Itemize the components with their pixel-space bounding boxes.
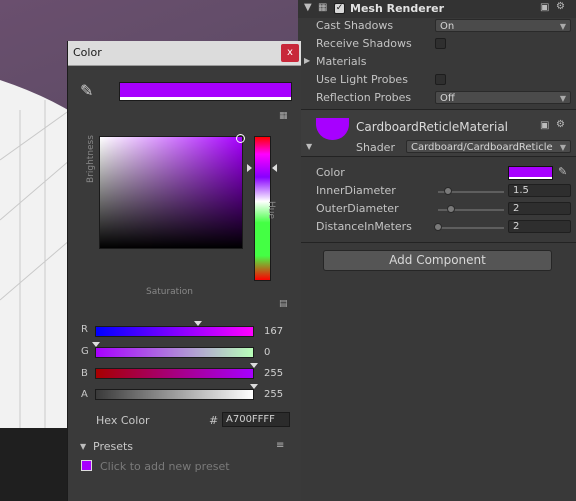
inner-diameter-slider-knob[interactable] xyxy=(444,187,452,195)
presets-hint[interactable]: Click to add new preset xyxy=(100,460,230,473)
gear-icon[interactable]: ⚙ xyxy=(556,1,565,12)
distance-in-meters-slider-knob[interactable] xyxy=(434,223,442,231)
channel-r-value[interactable]: 167 xyxy=(262,325,290,338)
distance-in-meters-label: DistanceInMeters xyxy=(316,220,412,233)
cast-shadows-dropdown[interactable]: On ▼ xyxy=(435,19,571,32)
outer-diameter-row: OuterDiameter 2 xyxy=(298,200,576,218)
mesh-renderer-header[interactable]: ▼ ▦ ✓ Mesh Renderer ▣ ⚙ xyxy=(298,0,576,18)
inner-diameter-row: InnerDiameter 1.5 xyxy=(298,182,576,200)
channel-r-marker[interactable] xyxy=(194,321,202,326)
distance-in-meters-slider[interactable] xyxy=(438,227,504,229)
use-light-probes-checkbox[interactable] xyxy=(435,74,446,85)
color-property-row: Color ✎ xyxy=(298,164,576,182)
materials-row[interactable]: ▶ Materials xyxy=(298,53,576,71)
hue-marker-left[interactable] xyxy=(247,164,252,172)
channel-g-slider[interactable] xyxy=(95,347,254,358)
hex-hash-label: # xyxy=(209,414,219,427)
cast-shadows-label: Cast Shadows xyxy=(316,19,394,32)
presets-menu-icon[interactable]: ≡ xyxy=(276,440,284,451)
channel-g-label: G xyxy=(81,346,89,357)
materials-label: Materials xyxy=(316,55,367,68)
shader-dropdown[interactable]: Cardboard/CardboardReticle ▼ xyxy=(406,140,571,153)
foldout-arrow-icon[interactable]: ▼ xyxy=(304,2,312,13)
material-header[interactable]: CardboardReticleMaterial ▣ ⚙ ▼ Shader Ca… xyxy=(298,110,576,156)
current-color-swatch xyxy=(119,82,292,101)
preset-swatch[interactable] xyxy=(81,460,92,471)
color-picker-window: Color x ✎ ▦ Brightness Saturation Hue ▤ … xyxy=(67,41,301,501)
foldout-arrow-icon[interactable]: ▶ xyxy=(304,56,310,65)
channel-a-marker[interactable] xyxy=(250,384,258,389)
use-light-probes-row: Use Light Probes xyxy=(298,71,576,89)
channel-a-value[interactable]: 255 xyxy=(262,388,290,401)
hex-color-label: Hex Color xyxy=(96,414,150,427)
inner-diameter-field[interactable]: 1.5 xyxy=(508,184,571,197)
eyedropper-icon[interactable]: ✎ xyxy=(558,165,567,178)
use-light-probes-label: Use Light Probes xyxy=(316,73,408,86)
channel-b-marker[interactable] xyxy=(250,363,258,368)
material-preview-swatch xyxy=(316,118,349,140)
brightness-label: Brightness xyxy=(86,135,96,183)
help-icon[interactable]: ▣ xyxy=(540,2,549,13)
presets-label: Presets xyxy=(93,440,134,453)
eyedropper-icon[interactable]: ✎ xyxy=(80,81,93,100)
divider xyxy=(298,242,576,243)
component-enabled-checkbox[interactable]: ✓ xyxy=(334,3,345,14)
foldout-arrow-icon[interactable]: ▼ xyxy=(80,442,86,451)
outer-diameter-field[interactable]: 2 xyxy=(508,202,571,215)
receive-shadows-checkbox[interactable] xyxy=(435,38,446,49)
reflection-probes-label: Reflection Probes xyxy=(316,91,412,104)
outer-diameter-slider-knob[interactable] xyxy=(447,205,455,213)
reflection-probes-dropdown[interactable]: Off ▼ xyxy=(435,91,571,104)
channel-b-slider[interactable] xyxy=(95,368,254,379)
inner-diameter-label: InnerDiameter xyxy=(316,184,396,197)
material-name: CardboardReticleMaterial xyxy=(356,120,509,134)
divider xyxy=(298,156,576,157)
chevron-down-icon: ▼ xyxy=(559,143,566,152)
component-title: Mesh Renderer xyxy=(350,2,445,15)
channel-r-label: R xyxy=(81,324,88,335)
swatch-mode-icon[interactable]: ▦ xyxy=(279,111,288,121)
close-button[interactable]: x xyxy=(281,44,299,62)
reflection-probes-row: Reflection Probes Off ▼ xyxy=(298,89,576,107)
picker-titlebar[interactable]: Color x xyxy=(68,41,301,66)
picker-title: Color xyxy=(73,46,102,59)
channel-b-value[interactable]: 255 xyxy=(262,367,290,380)
mesh-renderer-icon: ▦ xyxy=(318,2,328,13)
sv-cursor[interactable] xyxy=(236,134,245,143)
hex-input[interactable]: A700FFFF xyxy=(222,412,290,427)
foldout-arrow-icon[interactable]: ▼ xyxy=(306,142,312,151)
inspector-panel: ▼ ▦ ✓ Mesh Renderer ▣ ⚙ Cast Shadows On … xyxy=(298,0,576,501)
chevron-down-icon: ▼ xyxy=(559,94,566,103)
receive-shadows-row: Receive Shadows xyxy=(298,35,576,53)
shader-value: Cardboard/CardboardReticle xyxy=(411,142,553,153)
cast-shadows-row: Cast Shadows On ▼ xyxy=(298,17,576,35)
slider-mode-icon[interactable]: ▤ xyxy=(279,299,288,309)
channel-r-slider[interactable] xyxy=(95,326,254,337)
channel-a-label: A xyxy=(81,389,88,400)
color-property-swatch[interactable] xyxy=(508,166,553,180)
gear-icon[interactable]: ⚙ xyxy=(556,119,565,130)
channel-a-slider[interactable] xyxy=(95,389,254,400)
hue-label: Hue xyxy=(266,201,276,220)
shader-label: Shader xyxy=(356,141,395,154)
receive-shadows-label: Receive Shadows xyxy=(316,37,412,50)
distance-in-meters-row: DistanceInMeters 2 xyxy=(298,218,576,236)
saturation-brightness-box[interactable] xyxy=(99,134,245,249)
help-icon[interactable]: ▣ xyxy=(540,120,549,131)
distance-in-meters-field[interactable]: 2 xyxy=(508,220,571,233)
channel-b-label: B xyxy=(81,368,88,379)
channel-g-value[interactable]: 0 xyxy=(262,346,290,359)
add-component-button[interactable]: Add Component xyxy=(323,250,552,271)
cast-shadows-value: On xyxy=(440,21,455,32)
outer-diameter-label: OuterDiameter xyxy=(316,202,399,215)
reflection-probes-value: Off xyxy=(440,93,455,104)
chevron-down-icon: ▼ xyxy=(559,22,566,31)
color-property-label: Color xyxy=(316,166,345,179)
saturation-label: Saturation xyxy=(146,287,193,297)
channel-g-marker[interactable] xyxy=(92,342,100,347)
hue-marker-right[interactable] xyxy=(272,164,277,172)
